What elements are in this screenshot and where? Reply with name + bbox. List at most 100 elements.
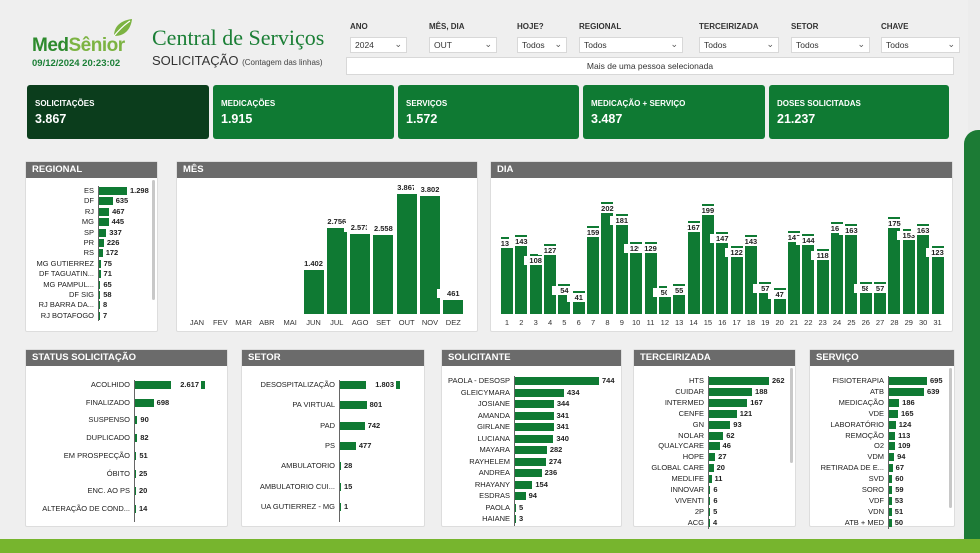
terceirizada-bar[interactable] bbox=[709, 507, 711, 516]
filter-terceirizada-select[interactable]: Todos ⌄ bbox=[699, 37, 779, 53]
mes-column[interactable] bbox=[396, 194, 417, 314]
filter-ano[interactable]: ANO 2024 ⌄ bbox=[350, 22, 407, 53]
regional-bar[interactable] bbox=[99, 311, 100, 320]
filter-chave-select[interactable]: Todos ⌄ bbox=[881, 37, 960, 53]
terceirizada-bar[interactable] bbox=[709, 420, 731, 429]
status-bar[interactable] bbox=[135, 398, 154, 407]
servico-bar[interactable] bbox=[889, 387, 924, 396]
solicitante-bar[interactable] bbox=[515, 469, 542, 477]
servico-bar[interactable] bbox=[889, 431, 896, 440]
solicitante-bar[interactable] bbox=[515, 503, 516, 512]
regional-bar[interactable] bbox=[99, 280, 101, 289]
terceirizada-bar[interactable] bbox=[709, 486, 711, 494]
servico-bar[interactable] bbox=[889, 442, 895, 451]
regional-bar[interactable] bbox=[99, 301, 100, 310]
filter-setor-select[interactable]: Todos ⌄ bbox=[791, 37, 870, 53]
filter-mes-dia[interactable]: MÊS, DIA OUT ⌄ bbox=[429, 22, 497, 53]
status-bar[interactable] bbox=[135, 487, 136, 496]
kpi-solicitacoes[interactable]: SOLICITAÇÕES 3.867 bbox=[27, 85, 209, 139]
regional-bar[interactable] bbox=[99, 207, 110, 216]
solicitante-multi-select[interactable]: Mais de uma pessoa selecionada bbox=[346, 57, 954, 75]
solicitante-bar[interactable] bbox=[515, 434, 554, 443]
servico-bar[interactable] bbox=[889, 377, 927, 385]
regional-bar[interactable] bbox=[99, 270, 101, 279]
dia-column[interactable] bbox=[587, 225, 600, 314]
servico-bar[interactable] bbox=[889, 464, 893, 473]
solicitante-bar[interactable] bbox=[515, 388, 564, 397]
kpi-medicacao-servico[interactable]: MEDICAÇÃO + SERVIÇO 3.487 bbox=[583, 85, 765, 139]
setor-bar[interactable] bbox=[340, 441, 356, 450]
filter-hoje-select[interactable]: Todos ⌄ bbox=[517, 37, 567, 53]
solicitante-bar[interactable] bbox=[515, 377, 599, 385]
dia-column[interactable] bbox=[831, 221, 844, 314]
setor-bar[interactable] bbox=[340, 482, 341, 491]
servico-bar[interactable] bbox=[889, 496, 892, 505]
servico-bar[interactable] bbox=[889, 453, 895, 462]
dia-column[interactable] bbox=[687, 221, 700, 314]
status-bar[interactable] bbox=[135, 469, 136, 478]
solicitante-bar[interactable] bbox=[515, 446, 547, 454]
servico-bar[interactable] bbox=[889, 507, 892, 516]
servico-bar[interactable] bbox=[889, 409, 899, 418]
mes-column[interactable] bbox=[373, 234, 394, 314]
terceirizada-bar[interactable] bbox=[709, 464, 714, 473]
solicitante-bar[interactable] bbox=[515, 411, 554, 420]
regional-bar[interactable] bbox=[99, 218, 109, 227]
filter-ano-select[interactable]: 2024 ⌄ bbox=[350, 37, 407, 53]
terceirizada-bar[interactable] bbox=[709, 377, 769, 385]
status-bar[interactable] bbox=[135, 416, 138, 425]
servico-bar[interactable] bbox=[889, 398, 900, 407]
terceirizada-bar[interactable] bbox=[709, 442, 720, 451]
mes-column[interactable] bbox=[443, 299, 464, 314]
filter-regional[interactable]: REGIONAL Todos ⌄ bbox=[579, 22, 683, 53]
regional-bar[interactable] bbox=[99, 239, 104, 247]
terceirizada-bar[interactable] bbox=[709, 431, 724, 440]
terceirizada-bar[interactable] bbox=[709, 518, 710, 527]
terceirizada-bar[interactable] bbox=[709, 398, 748, 407]
filter-terceirizada[interactable]: TERCEIRIZADA Todos ⌄ bbox=[699, 22, 779, 53]
dia-column[interactable] bbox=[501, 237, 513, 314]
setor-bar[interactable] bbox=[340, 462, 341, 471]
solicitante-bar[interactable] bbox=[515, 400, 554, 408]
servico-bar[interactable] bbox=[889, 486, 893, 494]
dia-column[interactable] bbox=[845, 223, 858, 314]
regional-bar[interactable] bbox=[99, 197, 113, 206]
dia-column[interactable] bbox=[902, 229, 915, 314]
setor-bar[interactable] bbox=[340, 401, 367, 410]
solicitante-bar[interactable] bbox=[515, 480, 533, 489]
servico-bar[interactable] bbox=[889, 475, 893, 484]
terceirizada-bar[interactable] bbox=[709, 387, 753, 396]
regional-bar[interactable] bbox=[99, 249, 103, 258]
mes-column[interactable] bbox=[303, 270, 324, 314]
status-bar[interactable] bbox=[135, 434, 138, 443]
solicitante-bar[interactable] bbox=[515, 423, 554, 431]
status-bar[interactable] bbox=[135, 451, 137, 460]
terceirizada-bar[interactable] bbox=[709, 409, 737, 418]
dia-column[interactable] bbox=[515, 234, 528, 314]
setor-bar[interactable] bbox=[340, 421, 365, 430]
setor-bar[interactable] bbox=[340, 502, 341, 511]
dia-column[interactable] bbox=[615, 213, 628, 314]
regional-bar[interactable] bbox=[99, 259, 101, 268]
kpi-servicos[interactable]: SERVIÇOS 1.572 bbox=[398, 85, 579, 139]
status-bar[interactable] bbox=[135, 504, 136, 513]
terceirizada-bar[interactable] bbox=[709, 475, 712, 484]
regional-bar[interactable] bbox=[99, 291, 101, 299]
solicitante-bar[interactable] bbox=[515, 457, 546, 466]
filter-regional-select[interactable]: Todos ⌄ bbox=[579, 37, 683, 53]
regional-bar[interactable] bbox=[99, 228, 107, 237]
solicitante-bar[interactable] bbox=[515, 515, 516, 523]
terceirizada-bar[interactable] bbox=[709, 496, 711, 505]
mes-column[interactable] bbox=[326, 228, 347, 314]
terceirizada-bar[interactable] bbox=[709, 453, 716, 462]
filter-mes-dia-select[interactable]: OUT ⌄ bbox=[429, 37, 497, 53]
filter-hoje[interactable]: HOJE? Todos ⌄ bbox=[517, 22, 567, 53]
regional-bar[interactable] bbox=[99, 187, 127, 195]
servico-bar[interactable] bbox=[889, 420, 896, 429]
dia-column[interactable] bbox=[701, 203, 714, 314]
dia-column[interactable] bbox=[744, 234, 757, 314]
dia-column[interactable] bbox=[802, 234, 815, 314]
servico-bar[interactable] bbox=[889, 518, 892, 527]
mes-column[interactable] bbox=[350, 234, 371, 314]
dia-column[interactable] bbox=[917, 223, 930, 314]
